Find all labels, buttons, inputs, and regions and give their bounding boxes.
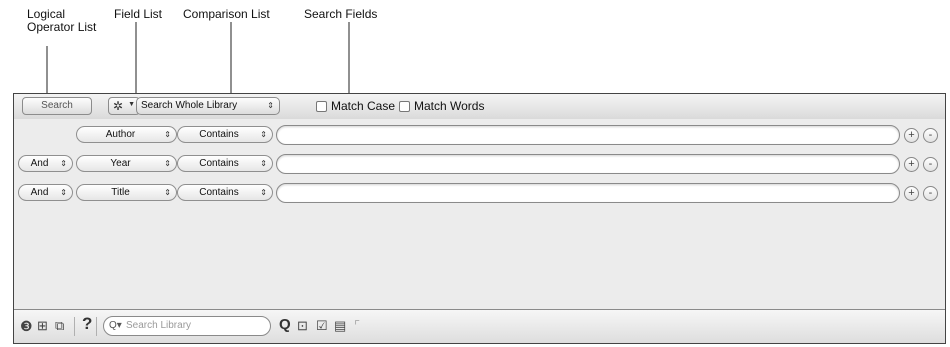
search-library-input[interactable]: Q▾ Search Library — [103, 316, 271, 336]
updown-arrow-icon: ⇕ — [164, 188, 171, 197]
field-select[interactable]: Title ⇕ — [76, 184, 177, 201]
operator-select-label: And — [30, 187, 49, 198]
operator-select[interactable]: And ⇕ — [18, 184, 73, 201]
scope-select[interactable]: Search Whole Library ⇕ — [136, 97, 280, 115]
copy-group-icon[interactable]: ⧉ — [55, 318, 64, 334]
operator-select[interactable]: And ⇕ — [18, 155, 73, 172]
match-words-checkbox[interactable] — [399, 101, 410, 112]
sync-icon[interactable]: ❸ — [20, 318, 33, 334]
document-icon[interactable]: ▤ — [334, 318, 346, 334]
comparison-select[interactable]: Contains ⇕ — [177, 184, 273, 201]
gear-icon: ✲ — [113, 99, 124, 113]
magnifier-icon[interactable]: Q — [279, 317, 291, 333]
remove-row-button[interactable]: - — [923, 128, 938, 143]
search-filter-icon: Q▾ — [109, 320, 122, 331]
callout-logical-operator-list: Logical Operator List — [27, 8, 96, 34]
updown-arrow-icon: ⇕ — [164, 130, 171, 139]
updown-arrow-icon: ⇕ — [267, 101, 274, 110]
comparison-select[interactable]: Contains ⇕ — [177, 126, 273, 143]
field-select-label: Year — [110, 158, 131, 169]
updown-arrow-icon: ⇕ — [260, 130, 267, 139]
match-case-checkbox[interactable] — [316, 101, 327, 112]
add-row-button[interactable]: + — [904, 186, 919, 201]
comparison-select-label: Contains — [199, 187, 239, 198]
remove-row-button[interactable]: - — [923, 186, 938, 201]
toolbar-divider — [74, 317, 75, 336]
search-field[interactable] — [276, 183, 900, 203]
search-toolbar: Search ✲ ▼ Search Whole Library ⇕ Match … — [14, 94, 945, 120]
updown-arrow-icon: ⇕ — [164, 159, 171, 168]
import-icon[interactable]: ⊡ — [297, 318, 308, 334]
operator-select-label: And — [30, 158, 49, 169]
search-library-placeholder: Search Library — [126, 320, 192, 331]
add-row-button[interactable]: + — [904, 128, 919, 143]
comparison-select-label: Contains — [199, 129, 239, 140]
scope-select-label: Search Whole Library — [141, 100, 238, 111]
field-select[interactable]: Author ⇕ — [76, 126, 177, 143]
field-select-label: Title — [111, 187, 130, 198]
search-panel: Search ✲ ▼ Search Whole Library ⇕ Match … — [13, 93, 946, 344]
search-field[interactable] — [276, 125, 900, 145]
updown-arrow-icon: ⇕ — [60, 188, 67, 197]
field-select-label: Author — [105, 129, 136, 140]
match-case-label: Match Case — [331, 99, 396, 113]
toolbar-divider — [96, 317, 97, 336]
new-group-icon[interactable]: ⊞ — [37, 318, 48, 334]
search-button[interactable]: Search — [22, 97, 92, 115]
comparison-select[interactable]: Contains ⇕ — [177, 155, 273, 172]
callout-field-list: Field List — [114, 7, 163, 21]
remove-row-button[interactable]: - — [923, 157, 938, 172]
library-footer: ❸ ⊞ ⧉ ? Q▾ Search Library Q ⊡ ☑ ▤ ⌜ — [14, 309, 945, 343]
add-row-button[interactable]: + — [904, 157, 919, 172]
help-icon[interactable]: ? — [82, 315, 92, 332]
callout-comparison-list: Comparison List — [183, 7, 270, 21]
comparison-select-label: Contains — [199, 158, 239, 169]
search-rows: Author ⇕ Contains ⇕ + - And ⇕ Year ⇕ Con… — [14, 119, 945, 310]
dropdown-arrow-icon: ▼ — [128, 101, 135, 108]
updown-arrow-icon: ⇕ — [260, 159, 267, 168]
updown-arrow-icon: ⇕ — [60, 159, 67, 168]
callout-logical-operator-text: Logical Operator List — [27, 7, 97, 34]
search-field[interactable] — [276, 154, 900, 174]
match-words-label: Match Words — [414, 99, 485, 113]
corner-icon[interactable]: ⌜ — [354, 318, 360, 334]
callout-search-fields: Search Fields — [304, 7, 378, 21]
field-select[interactable]: Year ⇕ — [76, 155, 177, 172]
checklist-icon[interactable]: ☑ — [316, 318, 328, 334]
updown-arrow-icon: ⇕ — [260, 188, 267, 197]
